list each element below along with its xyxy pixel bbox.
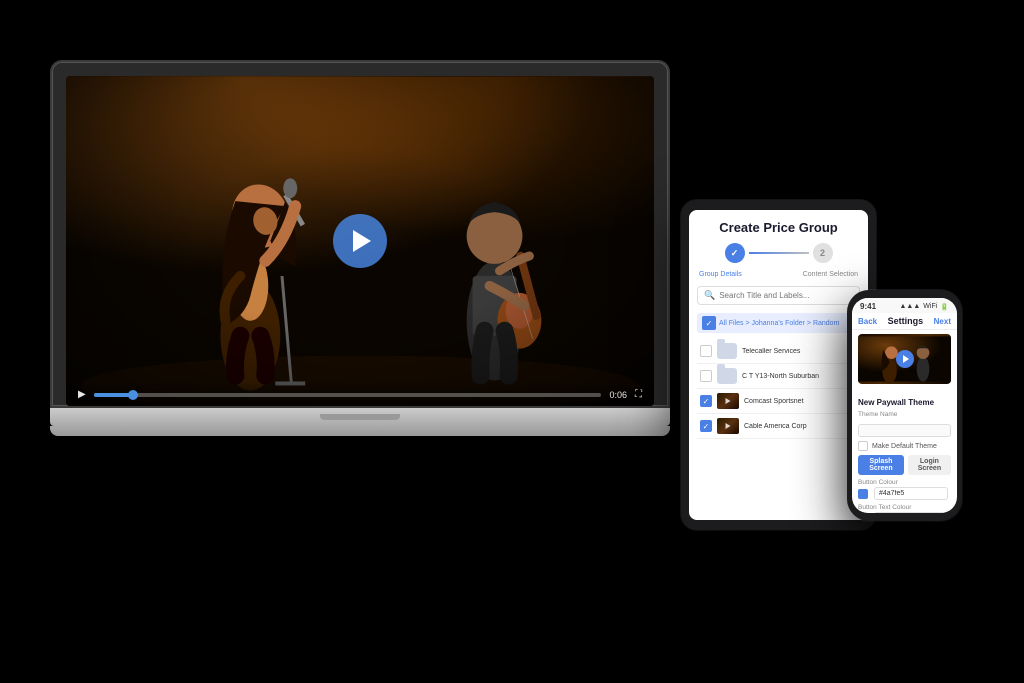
battery-icon: 🔋 — [940, 303, 949, 311]
search-icon: 🔍 — [704, 290, 715, 301]
laptop-screen: ▶ 0:06 ⛶ — [66, 76, 654, 406]
login-screen-btn[interactable]: Login Screen — [908, 455, 951, 475]
file-row-1[interactable]: C T Y13-North Suburban — [697, 364, 860, 389]
thumb-play-3 — [726, 423, 731, 429]
button-colour-input[interactable] — [874, 487, 948, 500]
tablet-stepper: ✓ 2 — [697, 243, 860, 263]
phone-nav-title: Settings — [888, 316, 924, 326]
phone-content: New Paywall Theme Theme Name Make Defaul… — [852, 392, 957, 513]
step-1-circle: ✓ — [725, 243, 745, 263]
phone-video-area — [852, 330, 957, 392]
progress-bar[interactable] — [94, 393, 602, 397]
step-line — [749, 252, 809, 254]
breadcrumb-text: All Files > Johanna's Folder > Random — [719, 320, 839, 327]
play-icon — [353, 230, 371, 252]
phone-status-icons: ▲▲▲ WiFi 🔋 — [899, 303, 949, 311]
file-name-1: C T Y13-North Suburban — [742, 373, 857, 380]
phone-play-btn[interactable] — [896, 350, 914, 368]
button-colour-group: Button Colour — [858, 479, 951, 500]
phone-nav: Back Settings Next — [852, 313, 957, 330]
button-text-colour-input[interactable] — [874, 512, 948, 513]
phone-play-icon — [903, 355, 909, 363]
phone-nav-action[interactable]: Next — [934, 317, 951, 326]
thumb-play-2 — [726, 398, 731, 404]
phone-notch — [885, 290, 925, 296]
screen-type-buttons: Splash Screen Login Screen — [858, 455, 951, 475]
phone-screen: 9:41 ▲▲▲ WiFi 🔋 Back Settings Next — [852, 298, 957, 513]
file-row-0[interactable]: Telecaller Services — [697, 339, 860, 364]
wifi-icon: WiFi — [923, 303, 937, 310]
search-bar[interactable]: 🔍 — [697, 286, 860, 305]
make-default-checkbox[interactable] — [858, 441, 868, 451]
play-control-icon[interactable]: ▶ — [78, 389, 86, 400]
phone-section-title: New Paywall Theme — [858, 398, 951, 407]
theme-name-input[interactable] — [858, 424, 951, 437]
tablet-screen: Create Price Group ✓ 2 Group Details Con… — [689, 210, 868, 520]
file-name-0: Telecaller Services — [742, 348, 857, 355]
breadcrumb-check: ✓ — [702, 316, 716, 330]
step-2-circle: 2 — [813, 243, 833, 263]
file-checkbox-0[interactable] — [700, 345, 712, 357]
button-colour-label: Button Colour — [858, 479, 951, 486]
phone: 9:41 ▲▲▲ WiFi 🔋 Back Settings Next — [847, 290, 962, 521]
phone-video-thumb — [858, 334, 951, 384]
tablet-content: Create Price Group ✓ 2 Group Details Con… — [689, 210, 868, 449]
file-checkbox-3[interactable]: ✓ — [700, 420, 712, 432]
button-colour-swatch — [858, 489, 868, 499]
laptop-screen-outer: ▶ 0:06 ⛶ — [50, 60, 670, 408]
phone-frame: 9:41 ▲▲▲ WiFi 🔋 Back Settings Next — [847, 290, 962, 521]
theme-name-group: Theme Name — [858, 411, 951, 437]
file-thumb-3 — [717, 418, 739, 434]
play-button[interactable] — [333, 214, 387, 268]
breadcrumb-row: ✓ All Files > Johanna's Folder > Random — [697, 313, 860, 333]
laptop-base — [50, 408, 670, 426]
file-checkbox-1[interactable] — [700, 370, 712, 382]
video-controls: ▶ 0:06 ⛶ — [66, 381, 654, 406]
file-checkbox-2[interactable]: ✓ — [700, 395, 712, 407]
progress-fill — [94, 393, 135, 397]
laptop-stand — [50, 426, 670, 436]
phone-nav-back[interactable]: Back — [858, 317, 877, 326]
splash-screen-btn[interactable]: Splash Screen — [858, 455, 904, 475]
tablet-title: Create Price Group — [697, 220, 860, 235]
fullscreen-icon[interactable]: ⛶ — [635, 389, 642, 400]
file-name-2: Comcast Sportsnet — [744, 398, 857, 405]
file-thumb-2 — [717, 393, 739, 409]
main-scene: ▶ 0:06 ⛶ — [0, 0, 1024, 683]
folder-icon-0 — [717, 343, 737, 359]
laptop-notch — [320, 414, 400, 420]
phone-shadow — [854, 563, 984, 583]
progress-dot — [128, 390, 138, 400]
folder-icon-1 — [717, 368, 737, 384]
step-2-label: Content Selection — [803, 271, 858, 278]
laptop-video: ▶ 0:06 ⛶ — [66, 76, 654, 406]
step-1-label: Group Details — [699, 271, 742, 278]
signal-icon: ▲▲▲ — [899, 303, 920, 310]
button-text-colour-group: Button Text Colour — [858, 504, 951, 513]
file-row-3[interactable]: ✓ Cable America Corp — [697, 414, 860, 439]
make-default-row: Make Default Theme — [858, 441, 951, 451]
phone-status-bar: 9:41 ▲▲▲ WiFi 🔋 — [852, 298, 957, 313]
file-name-3: Cable America Corp — [744, 423, 857, 430]
laptop-shadow — [30, 553, 670, 593]
theme-name-label: Theme Name — [858, 411, 951, 418]
laptop: ▶ 0:06 ⛶ — [50, 60, 670, 436]
phone-time: 9:41 — [860, 302, 876, 311]
button-text-colour-label: Button Text Colour — [858, 504, 951, 511]
time-display: 0:06 — [609, 390, 627, 400]
file-row-2[interactable]: ✓ Comcast Sportsnet — [697, 389, 860, 414]
search-input[interactable] — [719, 291, 853, 300]
step-labels: Group Details Content Selection — [697, 271, 860, 278]
make-default-label: Make Default Theme — [872, 443, 937, 450]
